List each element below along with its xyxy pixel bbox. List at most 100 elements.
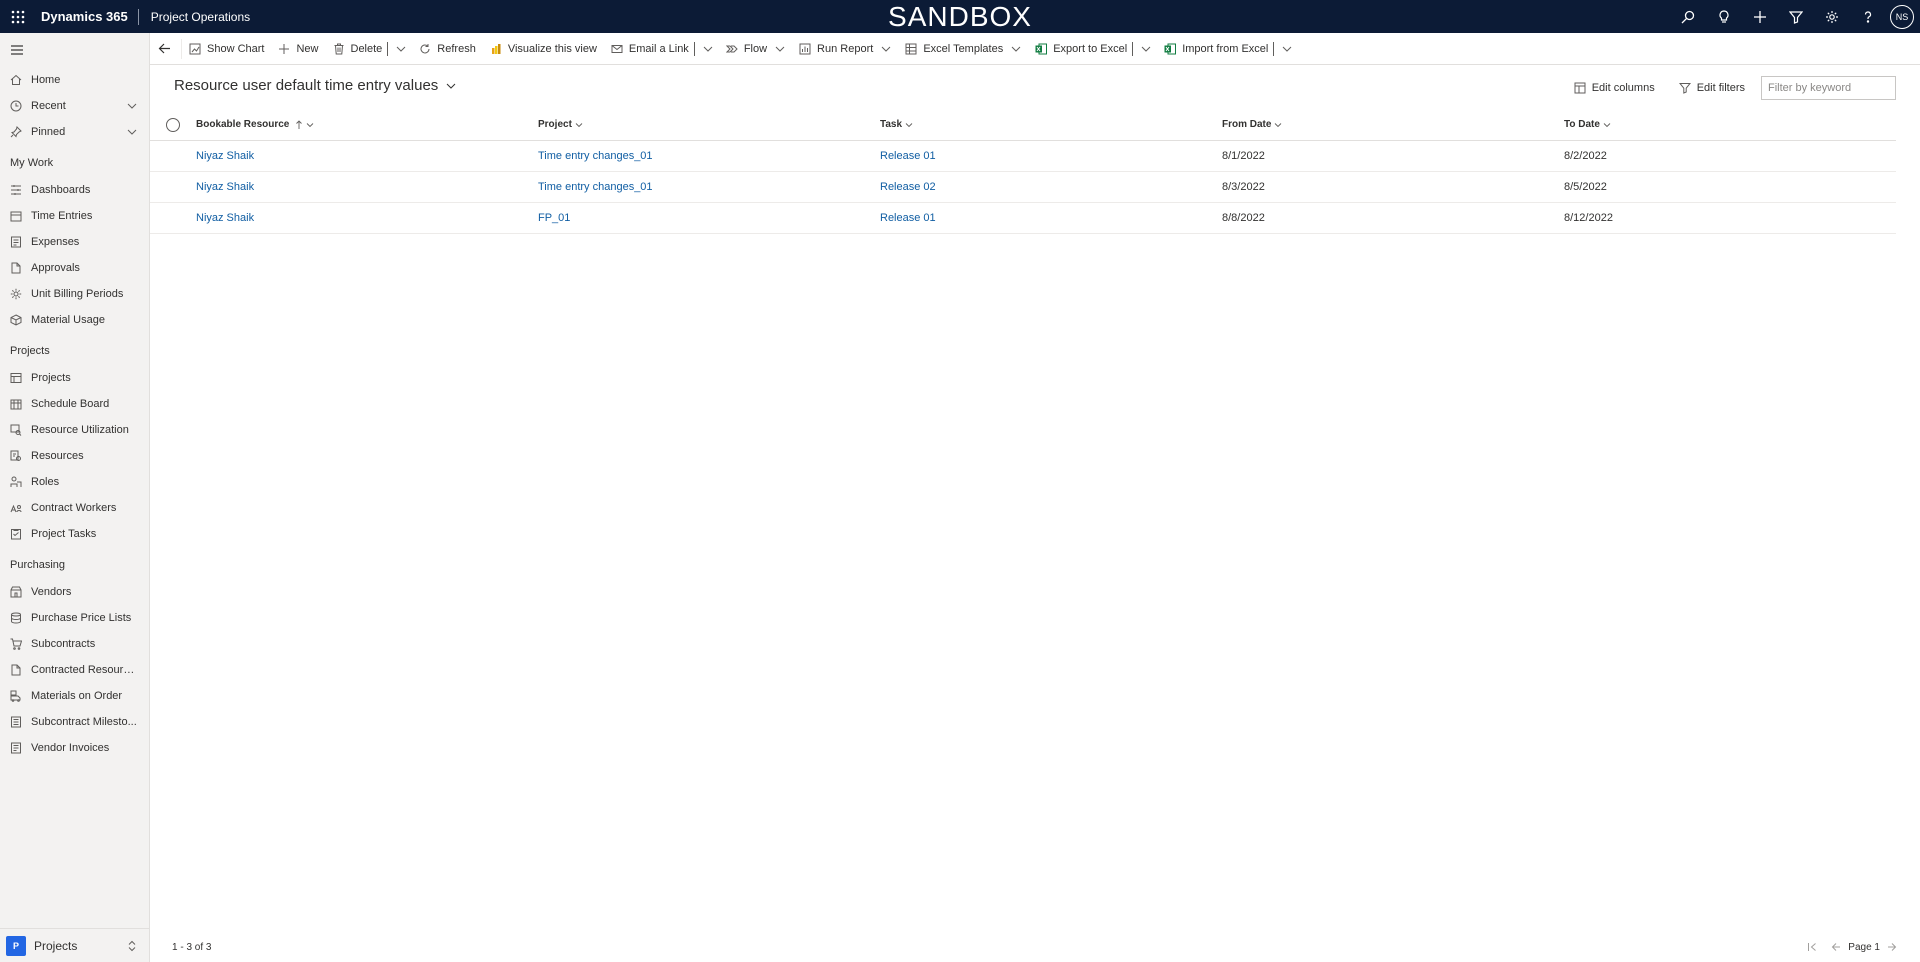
sidebar-section-my-work: My Work <box>10 157 54 169</box>
search-icon[interactable] <box>1670 0 1706 33</box>
export-excel-label: Export to Excel <box>1053 42 1128 55</box>
cell-from-date: 8/8/2022 <box>1222 212 1265 224</box>
view-selector[interactable]: Resource user default time entry values <box>174 77 456 94</box>
export-excel-button[interactable]: Export to Excel <box>1028 33 1134 65</box>
sidebar-item-home[interactable]: Home <box>0 67 149 93</box>
chart-icon <box>189 43 201 54</box>
edit-filters-button[interactable]: Edit filters <box>1667 82 1757 94</box>
delete-dropdown-button[interactable] <box>392 33 412 65</box>
cell-bookable-resource-link[interactable]: Niyaz Shaik <box>196 212 538 224</box>
flow-button[interactable]: Flow <box>719 33 792 65</box>
table-row[interactable]: Niyaz Shaik FP_01 Release 01 8/8/2022 8/… <box>150 203 1896 234</box>
sidebar-item-vendors[interactable]: Vendors <box>0 579 149 605</box>
column-header-project[interactable]: Project <box>538 119 880 130</box>
filter-icon[interactable] <box>1778 0 1814 33</box>
gear-icon[interactable] <box>1814 0 1850 33</box>
excel-templates-button[interactable]: Excel Templates <box>898 33 1028 65</box>
area-switcher[interactable]: P Projects <box>0 928 149 962</box>
sidebar-item-unit-billing-periods[interactable]: Unit Billing Periods <box>0 281 149 307</box>
edit-columns-button[interactable]: Edit columns <box>1562 82 1667 94</box>
cell-bookable-resource-link[interactable]: Niyaz Shaik <box>196 181 538 193</box>
chevron-down-icon <box>575 122 583 127</box>
sidebar-item-schedule-board[interactable]: Schedule Board <box>0 391 149 417</box>
user-avatar[interactable]: NS <box>1890 4 1914 29</box>
first-page-icon[interactable] <box>1807 942 1817 952</box>
excel-icon <box>1035 43 1048 54</box>
sidebar-item-dashboards[interactable]: Dashboards <box>0 177 149 203</box>
cell-project-link[interactable]: FP_01 <box>538 212 880 224</box>
sidebar-item-contracted-resources[interactable]: Contracted Resource... <box>0 657 149 683</box>
email-link-dropdown-button[interactable] <box>699 33 719 65</box>
chevron-down-icon[interactable] <box>127 101 137 111</box>
cell-bookable-resource-link[interactable]: Niyaz Shaik <box>196 150 538 162</box>
table-row[interactable]: Niyaz Shaik Time entry changes_01 Releas… <box>150 141 1896 172</box>
sidebar-item-roles[interactable]: Roles <box>0 469 149 495</box>
column-header-bookable-resource[interactable]: Bookable Resource <box>196 119 538 130</box>
refresh-button[interactable]: Refresh <box>412 33 483 65</box>
sidebar-item-materials-on-order[interactable]: Materials on Order <box>0 683 149 709</box>
chevron-down-icon <box>1275 122 1282 127</box>
sitemap-sidebar: Home Recent Pinned My Work Dashboards Ti… <box>0 33 150 962</box>
visualize-view-button[interactable]: Visualize this view <box>483 33 604 65</box>
sidebar-item-material-usage[interactable]: Material Usage <box>0 307 149 333</box>
chevron-down-icon <box>446 83 456 89</box>
environment-banner: SANDBOX <box>888 1 1032 32</box>
sidebar-item-label: Pinned <box>31 126 66 138</box>
app-launcher-icon[interactable] <box>0 0 36 33</box>
back-button[interactable] <box>150 38 182 59</box>
brand-name[interactable]: Dynamics 365 <box>36 9 138 24</box>
chevron-down-icon[interactable] <box>127 127 137 137</box>
sidebar-item-project-tasks[interactable]: Project Tasks <box>0 521 149 547</box>
table-row[interactable]: Niyaz Shaik Time entry changes_01 Releas… <box>150 172 1896 203</box>
column-header-task[interactable]: Task <box>880 119 1222 130</box>
plus-icon[interactable] <box>1742 0 1778 33</box>
sidebar-item-projects[interactable]: Projects <box>0 365 149 391</box>
chevron-down-icon <box>1011 46 1021 52</box>
refresh-label: Refresh <box>437 42 476 55</box>
split-divider <box>387 41 389 56</box>
sidebar-item-approvals[interactable]: Approvals <box>0 255 149 281</box>
sidebar-item-resources[interactable]: Resources <box>0 443 149 469</box>
sidebar-item-recent[interactable]: Recent <box>0 93 149 119</box>
import-excel-button[interactable]: Import from Excel <box>1157 33 1275 65</box>
sidebar-item-expenses[interactable]: Expenses <box>0 229 149 255</box>
lightbulb-icon[interactable] <box>1706 0 1742 33</box>
cell-task-link[interactable]: Release 02 <box>880 181 1222 193</box>
cell-task-link[interactable]: Release 01 <box>880 212 1222 224</box>
delete-button[interactable]: Delete <box>326 33 390 65</box>
app-name[interactable]: Project Operations <box>139 10 250 24</box>
sidebar-item-vendor-invoices[interactable]: Vendor Invoices <box>0 735 149 761</box>
top-navigation-bar: Dynamics 365 Project Operations SANDBOX … <box>0 0 1920 33</box>
sidebar-item-label: Subcontract Milesto... <box>31 716 137 728</box>
sidebar-item-purchase-price-lists[interactable]: Purchase Price Lists <box>0 605 149 631</box>
sidebar-item-resource-utilization[interactable]: Resource Utilization <box>0 417 149 443</box>
task-icon <box>11 529 21 540</box>
cell-project-link[interactable]: Time entry changes_01 <box>538 150 880 162</box>
hamburger-menu-icon[interactable] <box>0 33 149 67</box>
previous-page-icon[interactable] <box>1831 942 1841 952</box>
select-all-checkbox[interactable] <box>150 117 196 132</box>
help-icon[interactable] <box>1850 0 1886 33</box>
sidebar-item-contract-workers[interactable]: Contract Workers <box>0 495 149 521</box>
column-header-from-date[interactable]: From Date <box>1222 119 1564 130</box>
delete-label: Delete <box>350 42 383 55</box>
cell-task-link[interactable]: Release 01 <box>880 150 1222 162</box>
sidebar-item-pinned[interactable]: Pinned <box>0 119 149 145</box>
column-header-label: From Date <box>1222 119 1272 130</box>
sidebar-item-subcontract-milestones[interactable]: Subcontract Milesto... <box>0 709 149 735</box>
sidebar-item-subcontracts[interactable]: Subcontracts <box>0 631 149 657</box>
import-excel-dropdown-button[interactable] <box>1278 33 1298 65</box>
page-number: Page 1 <box>1848 941 1880 953</box>
document-icon <box>11 664 21 676</box>
email-link-button[interactable]: Email a Link <box>604 33 696 65</box>
export-excel-dropdown-button[interactable] <box>1137 33 1157 65</box>
new-button[interactable]: New <box>271 33 325 65</box>
sidebar-item-label: Recent <box>31 100 66 112</box>
column-header-to-date[interactable]: To Date <box>1564 119 1896 130</box>
filter-keyword-input[interactable] <box>1761 76 1896 100</box>
run-report-button[interactable]: Run Report <box>792 33 898 65</box>
next-page-icon[interactable] <box>1887 942 1897 952</box>
cell-project-link[interactable]: Time entry changes_01 <box>538 181 880 193</box>
show-chart-button[interactable]: Show Chart <box>182 33 271 65</box>
sidebar-item-time-entries[interactable]: Time Entries <box>0 203 149 229</box>
